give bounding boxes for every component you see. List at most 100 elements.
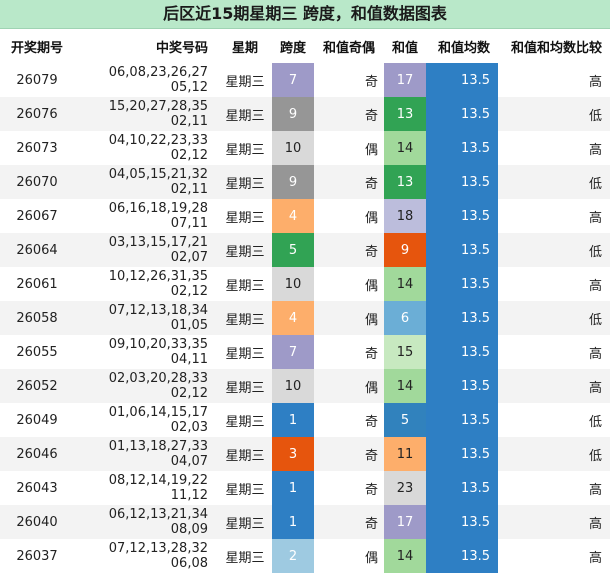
cell-numbers: 07,12,13,18,34 01,05: [74, 301, 218, 335]
cell-compare: 低: [498, 301, 610, 335]
cell-issue: 26076: [0, 97, 74, 131]
table-row: 26067 06,16,18,19,28 07,11 星期三 4 偶 18 13.5 高: [0, 199, 610, 233]
table-body: 26079 06,08,23,26,27 05,12 星期三 7 奇 17 13.5 高 260…: [0, 63, 610, 573]
cell-avg: 13.5: [426, 199, 498, 233]
cell-weekday: 星期三: [218, 437, 272, 471]
cell-span: 9: [272, 97, 314, 131]
cell-issue: 26070: [0, 165, 74, 199]
table-row: 26040 06,12,13,21,34 08,09 星期三 1 奇 17 13.5 高: [0, 505, 610, 539]
table-row: 26052 02,03,20,28,33 02,12 星期三 10 偶 14 13.5 高: [0, 369, 610, 403]
cell-numbers: 06,16,18,19,28 07,11: [74, 199, 218, 233]
header-avg: 和值均数: [426, 29, 498, 63]
cell-issue: 26037: [0, 539, 74, 573]
cell-numbers: 10,12,26,31,35 02,12: [74, 267, 218, 301]
cell-compare: 低: [498, 165, 610, 199]
cell-issue: 26043: [0, 471, 74, 505]
cell-avg: 13.5: [426, 539, 498, 573]
cell-weekday: 星期三: [218, 403, 272, 437]
table-row: 26043 08,12,14,19,22 11,12 星期三 1 奇 23 13.5 高: [0, 471, 610, 505]
cell-odd-even: 偶: [314, 301, 384, 335]
cell-odd-even: 奇: [314, 165, 384, 199]
cell-odd-even: 偶: [314, 267, 384, 301]
cell-compare: 高: [498, 335, 610, 369]
header-compare: 和值和均数比较: [498, 29, 610, 63]
cell-sum: 14: [384, 369, 426, 403]
cell-span: 10: [272, 267, 314, 301]
cell-weekday: 星期三: [218, 97, 272, 131]
cell-avg: 13.5: [426, 131, 498, 165]
cell-weekday: 星期三: [218, 267, 272, 301]
cell-span: 3: [272, 437, 314, 471]
cell-issue: 26067: [0, 199, 74, 233]
cell-odd-even: 偶: [314, 131, 384, 165]
cell-issue: 26079: [0, 63, 74, 97]
table-row: 26070 04,05,15,21,32 02,11 星期三 9 奇 13 13.5 低: [0, 165, 610, 199]
cell-numbers: 06,12,13,21,34 08,09: [74, 505, 218, 539]
cell-sum: 15: [384, 335, 426, 369]
table-row: 26046 01,13,18,27,33 04,07 星期三 3 奇 11 13.5 低: [0, 437, 610, 471]
cell-numbers: 09,10,20,33,35 04,11: [74, 335, 218, 369]
cell-compare: 高: [498, 63, 610, 97]
cell-sum: 9: [384, 233, 426, 267]
header-issue: 开奖期号: [0, 29, 74, 63]
cell-span: 10: [272, 369, 314, 403]
page-title: 后区近15期星期三 跨度，和值数据图表: [0, 0, 610, 29]
cell-numbers: 15,20,27,28,35 02,11: [74, 97, 218, 131]
cell-odd-even: 奇: [314, 97, 384, 131]
cell-sum: 13: [384, 97, 426, 131]
table-row: 26058 07,12,13,18,34 01,05 星期三 4 偶 6 13.5 低: [0, 301, 610, 335]
cell-compare: 低: [498, 403, 610, 437]
cell-numbers: 01,06,14,15,17 02,03: [74, 403, 218, 437]
cell-weekday: 星期三: [218, 131, 272, 165]
cell-compare: 高: [498, 539, 610, 573]
cell-sum: 14: [384, 267, 426, 301]
cell-issue: 26040: [0, 505, 74, 539]
cell-numbers: 03,13,15,17,21 02,07: [74, 233, 218, 267]
cell-odd-even: 偶: [314, 369, 384, 403]
header-numbers: 中奖号码: [74, 29, 218, 63]
cell-numbers: 04,10,22,23,33 02,12: [74, 131, 218, 165]
cell-sum: 18: [384, 199, 426, 233]
cell-avg: 13.5: [426, 97, 498, 131]
cell-issue: 26058: [0, 301, 74, 335]
cell-issue: 26064: [0, 233, 74, 267]
cell-compare: 高: [498, 267, 610, 301]
cell-numbers: 07,12,13,28,32 06,08: [74, 539, 218, 573]
cell-avg: 13.5: [426, 301, 498, 335]
cell-numbers: 01,13,18,27,33 04,07: [74, 437, 218, 471]
table-header-row: 开奖期号 中奖号码 星期 跨度 和值奇偶 和值 和值均数 和值和均数比较: [0, 29, 610, 63]
cell-numbers: 02,03,20,28,33 02,12: [74, 369, 218, 403]
cell-issue: 26055: [0, 335, 74, 369]
cell-odd-even: 奇: [314, 437, 384, 471]
cell-span: 4: [272, 301, 314, 335]
header-weekday: 星期: [218, 29, 272, 63]
cell-weekday: 星期三: [218, 199, 272, 233]
cell-avg: 13.5: [426, 437, 498, 471]
cell-issue: 26061: [0, 267, 74, 301]
cell-sum: 14: [384, 539, 426, 573]
cell-odd-even: 偶: [314, 539, 384, 573]
data-table: 开奖期号 中奖号码 星期 跨度 和值奇偶 和值 和值均数 和值和均数比较 260…: [0, 29, 610, 573]
table-row: 26049 01,06,14,15,17 02,03 星期三 1 奇 5 13.5 低: [0, 403, 610, 437]
header-sum: 和值: [384, 29, 426, 63]
cell-compare: 低: [498, 437, 610, 471]
cell-issue: 26046: [0, 437, 74, 471]
cell-sum: 14: [384, 131, 426, 165]
cell-avg: 13.5: [426, 267, 498, 301]
cell-compare: 高: [498, 199, 610, 233]
cell-span: 2: [272, 539, 314, 573]
cell-weekday: 星期三: [218, 335, 272, 369]
table-row: 26076 15,20,27,28,35 02,11 星期三 9 奇 13 13.5 低: [0, 97, 610, 131]
cell-compare: 高: [498, 471, 610, 505]
cell-compare: 低: [498, 233, 610, 267]
cell-odd-even: 奇: [314, 403, 384, 437]
cell-weekday: 星期三: [218, 369, 272, 403]
cell-numbers: 06,08,23,26,27 05,12: [74, 63, 218, 97]
cell-weekday: 星期三: [218, 233, 272, 267]
cell-avg: 13.5: [426, 471, 498, 505]
cell-avg: 13.5: [426, 369, 498, 403]
cell-weekday: 星期三: [218, 165, 272, 199]
cell-odd-even: 奇: [314, 63, 384, 97]
header-span: 跨度: [272, 29, 314, 63]
cell-sum: 17: [384, 63, 426, 97]
